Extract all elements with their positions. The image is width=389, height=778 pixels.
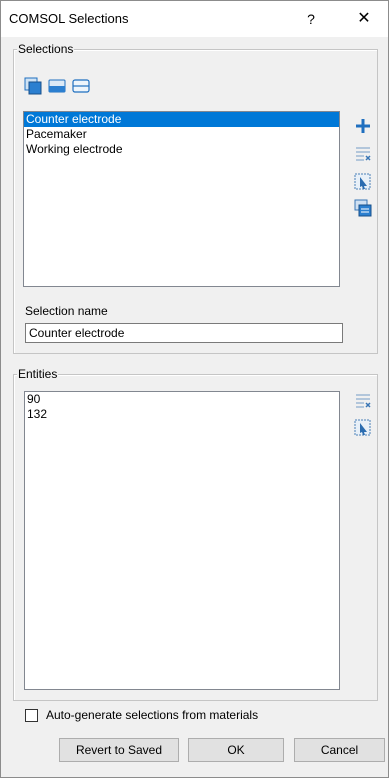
- title-bar: COMSOL Selections ? ✕: [1, 1, 388, 37]
- window-title: COMSOL Selections: [9, 11, 129, 26]
- select-in-graphics-icon[interactable]: [353, 417, 373, 437]
- cancel-button[interactable]: Cancel: [294, 738, 385, 762]
- list-item[interactable]: 90: [25, 392, 339, 407]
- revert-to-saved-button[interactable]: Revert to Saved: [59, 738, 179, 762]
- add-icon[interactable]: [353, 116, 373, 136]
- select-in-graphics-icon[interactable]: [353, 171, 373, 191]
- entities-group: Entities 90 132: [13, 367, 378, 701]
- remove-entities-icon[interactable]: [353, 391, 373, 411]
- close-button[interactable]: ✕: [349, 6, 379, 32]
- autogen-label: Auto-generate selections from materials: [46, 708, 259, 722]
- entities-group-label: Entities: [17, 367, 59, 381]
- duplicate-icon[interactable]: [353, 198, 373, 218]
- entities-list[interactable]: 90 132: [24, 391, 340, 690]
- list-item[interactable]: Counter electrode: [24, 112, 339, 127]
- selection-name-field[interactable]: Counter electrode: [25, 323, 343, 343]
- edge-selection-icon[interactable]: [71, 76, 91, 96]
- selections-list[interactable]: Counter electrode Pacemaker Working elec…: [23, 111, 340, 287]
- comsol-selections-dialog: COMSOL Selections ? ✕ Selections Counter…: [0, 0, 389, 778]
- selections-group-label: Selections: [17, 42, 75, 56]
- autogen-checkbox[interactable]: [25, 709, 38, 722]
- selection-name-label: Selection name: [25, 304, 108, 318]
- remove-entities-icon[interactable]: [353, 144, 373, 164]
- list-item[interactable]: Working electrode: [24, 142, 339, 157]
- list-item[interactable]: Pacemaker: [24, 127, 339, 142]
- ok-button[interactable]: OK: [188, 738, 284, 762]
- boundary-selection-icon[interactable]: [47, 76, 67, 96]
- help-button[interactable]: ?: [298, 7, 324, 31]
- domain-selection-icon[interactable]: [23, 76, 43, 96]
- list-item[interactable]: 132: [25, 407, 339, 422]
- selections-group: Selections Counter electrode Pacemaker W…: [13, 42, 378, 354]
